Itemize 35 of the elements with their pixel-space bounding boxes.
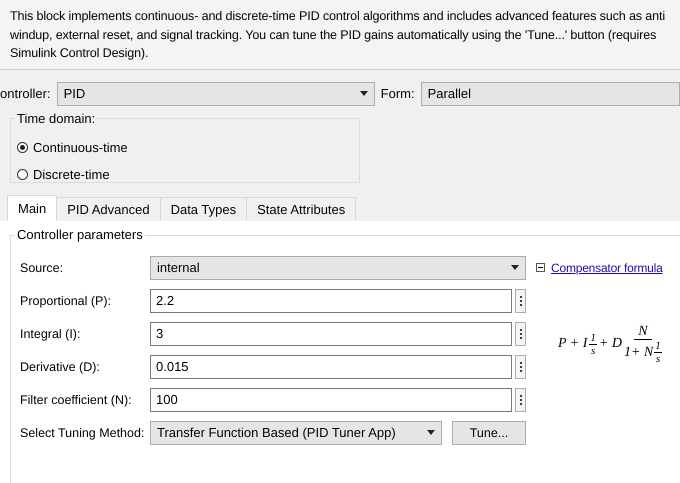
caret-icon xyxy=(360,91,368,96)
parameter-label: Proportional (P): xyxy=(20,294,112,308)
compensator-formula-link[interactable]: Compensator formula xyxy=(551,260,663,274)
parameter-label: Select Tuning Method: xyxy=(20,426,146,440)
group-title: Time domain: xyxy=(15,110,98,126)
parameter-label: Source: xyxy=(20,260,64,274)
value-field[interactable]: 100 xyxy=(150,388,512,412)
radio-option[interactable]: Discrete-time xyxy=(17,166,359,182)
value-field[interactable]: 3 xyxy=(150,322,512,346)
caret-icon xyxy=(427,430,435,435)
value-field[interactable]: 0.015 xyxy=(150,354,512,378)
controller-label: ontroller: xyxy=(0,86,51,101)
tuning-method-dropdown[interactable]: Transfer Function Based (PID Tuner App) xyxy=(150,420,442,444)
tune-button[interactable]: Tune... xyxy=(452,420,526,444)
description-text: windup, external reset, and signal tracking. You can tune the PID gains automatically using the 'Tune...' button (requires xyxy=(10,26,658,44)
description-text: Simulink Control Design). xyxy=(10,45,150,62)
tab[interactable]: State Attributes xyxy=(246,196,356,220)
radio-option[interactable]: Continuous-time xyxy=(17,140,359,154)
more-options-button[interactable] xyxy=(515,322,526,346)
form-dropdown[interactable]: Parallel xyxy=(420,82,680,106)
group-title: Controller parameters xyxy=(15,226,145,242)
source-dropdown[interactable]: internal xyxy=(150,256,526,280)
controller-dropdown[interactable]: PID xyxy=(56,82,375,106)
collapse-icon[interactable] xyxy=(536,263,545,272)
value-field[interactable]: 2.2 xyxy=(150,288,512,312)
tab[interactable]: Main xyxy=(7,194,58,220)
more-options-button[interactable] xyxy=(515,388,526,412)
form-label: Form: xyxy=(380,86,415,101)
caret-icon xyxy=(511,265,519,270)
more-options-button[interactable] xyxy=(515,354,526,378)
more-options-button[interactable] xyxy=(515,288,526,312)
parameter-label: Integral (I): xyxy=(20,326,82,340)
description-text: This block implements continuous- and discrete-time PID control algorithms and includes advanced features such as anti xyxy=(10,8,666,25)
parameter-label: Derivative (D): xyxy=(20,360,101,374)
parameter-label: Filter coefficient (N): xyxy=(20,392,133,406)
